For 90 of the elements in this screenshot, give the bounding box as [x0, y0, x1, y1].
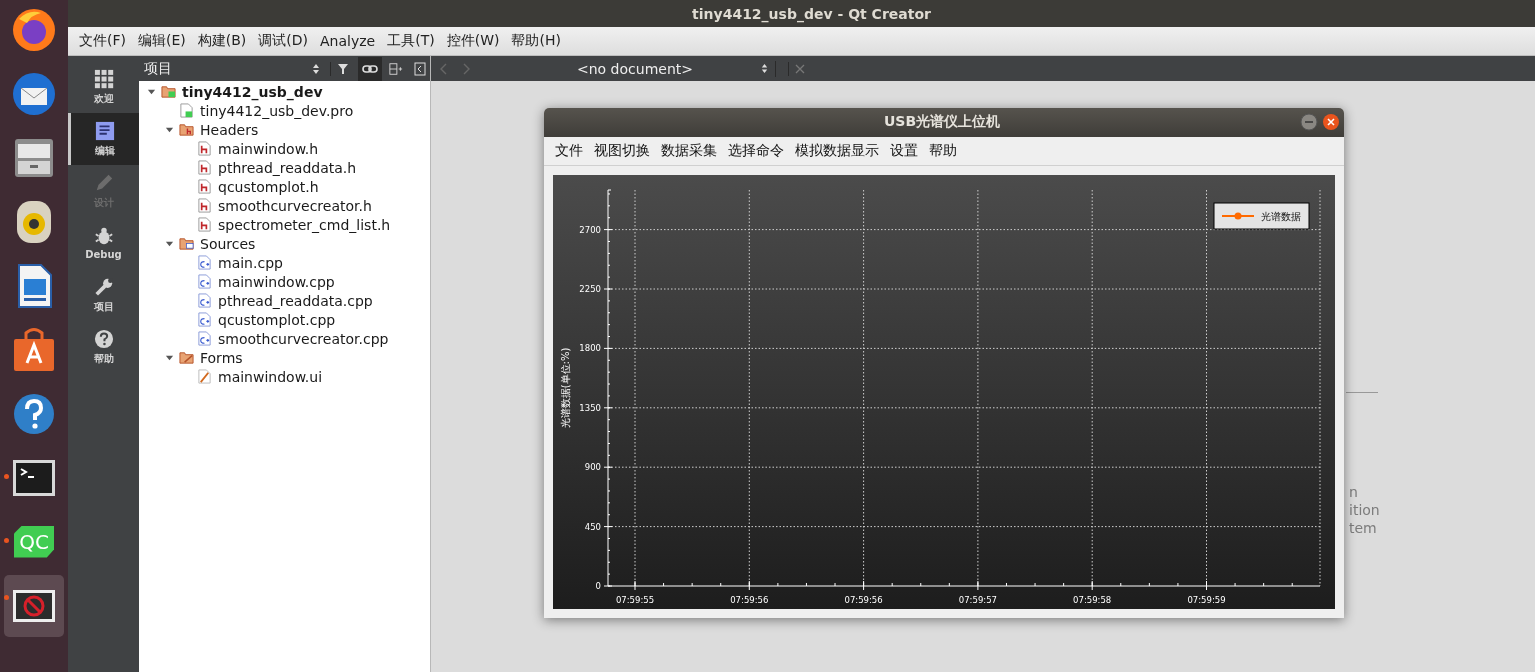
folder-icon — [179, 350, 194, 365]
shopping-bag-icon[interactable] — [11, 326, 57, 373]
menu-item[interactable]: 文件 — [550, 138, 588, 163]
legend-label: 光谱数据 — [1261, 211, 1301, 222]
menu-item[interactable]: 设置 — [885, 138, 923, 163]
mode-button[interactable]: 项目 — [68, 269, 139, 321]
tree-item[interactable]: Forms — [200, 349, 243, 366]
tree-item[interactable]: main.cpp — [218, 254, 283, 271]
menu-item[interactable]: 控件(W) — [441, 29, 505, 53]
source-file-icon — [197, 293, 212, 308]
y-tick-label: 1800 — [579, 343, 601, 354]
tree-item[interactable]: qcustomplot.h — [218, 178, 319, 195]
mode-button[interactable]: 帮助 — [68, 321, 139, 373]
link-icon[interactable] — [358, 56, 382, 81]
y-tick-label: 2700 — [579, 224, 601, 235]
menu-item[interactable]: 选择命令 — [723, 138, 789, 163]
mode-button[interactable]: Debug — [68, 217, 139, 269]
header-file-icon — [197, 141, 212, 156]
expand-arrow-icon[interactable] — [165, 353, 174, 362]
expand-arrow-icon[interactable] — [147, 87, 156, 96]
mode-button[interactable]: 欢迎 — [68, 61, 139, 113]
tree-item[interactable]: tiny4412_usb_dev.pro — [200, 102, 354, 119]
tree-item[interactable]: spectrometer_cmd_list.h — [218, 216, 391, 233]
menu-item[interactable]: 构建(B) — [192, 29, 252, 53]
x-tick-label: 07:59:59 — [1187, 595, 1226, 605]
faded-text: ition — [1349, 501, 1380, 519]
header-file-icon — [197, 198, 212, 213]
y-tick-label: 2250 — [579, 284, 601, 294]
menu-item[interactable]: 模拟数据显示 — [790, 138, 884, 163]
form-file-icon — [197, 369, 212, 384]
menu-item[interactable]: 视图切换 — [589, 138, 655, 163]
mail-icon[interactable] — [11, 70, 57, 117]
tree-item[interactable]: Sources — [200, 235, 256, 252]
y-tick-label: 1350 — [579, 402, 601, 413]
x-tick-label: 07:59:55 — [615, 595, 655, 605]
source-file-icon — [197, 312, 212, 327]
project-file-icon — [179, 103, 194, 118]
source-file-icon — [197, 255, 212, 270]
bug-icon — [93, 226, 114, 246]
mode-button[interactable]: 编辑 — [68, 113, 139, 165]
source-file-icon — [197, 274, 212, 289]
tree-item[interactable]: mainwindow.ui — [218, 368, 323, 385]
faded-text: n — [1349, 483, 1358, 501]
expand-arrow-icon[interactable] — [165, 239, 174, 248]
menu-item[interactable]: 数据采集 — [656, 138, 722, 163]
panel-title: 项目 — [144, 59, 173, 78]
menu-item[interactable]: 调试(D) — [253, 29, 313, 53]
tree-item[interactable]: qcustomplot.cpp — [218, 311, 336, 328]
menu-item[interactable]: 工具(T) — [382, 29, 440, 53]
y-axis-label: 光谱数据(单位:%) — [560, 347, 571, 429]
help-icon — [93, 328, 114, 349]
tree-item[interactable]: Headers — [200, 121, 259, 138]
browser-icon[interactable] — [11, 6, 57, 53]
y-tick-label: 0 — [595, 581, 601, 591]
faded-text: tem — [1349, 519, 1377, 537]
tree-item[interactable]: smoothcurvecreator.cpp — [218, 330, 389, 347]
document-dropdown[interactable]: <no document> — [533, 60, 776, 77]
menu-item[interactable]: Analyze — [315, 30, 381, 52]
x-tick-label: 07:59:57 — [958, 595, 997, 605]
wrench-icon — [93, 276, 114, 297]
tree-item[interactable]: pthread_readdata.cpp — [218, 292, 373, 309]
menu-item[interactable]: 帮助 — [924, 138, 962, 163]
tree-item[interactable]: pthread_readdata.h — [218, 159, 357, 176]
tree-item[interactable]: smoothcurvecreator.h — [218, 197, 372, 214]
y-tick-label: 450 — [584, 521, 601, 532]
window-title: tiny4412_usb_dev - Qt Creator — [692, 5, 931, 22]
tree-item[interactable]: mainwindow.h — [218, 140, 319, 157]
x-tick-label: 07:59:58 — [1073, 595, 1112, 605]
close-button[interactable] — [1322, 113, 1340, 132]
x-tick-label: 07:59:56 — [730, 595, 769, 605]
tree-item[interactable]: mainwindow.cpp — [218, 273, 335, 290]
menu-item[interactable]: 帮助(H) — [506, 29, 566, 53]
document-icon — [95, 120, 115, 141]
menu-item[interactable]: 文件(F) — [74, 29, 131, 53]
expand-arrow-icon[interactable] — [165, 125, 174, 134]
header-file-icon — [197, 160, 212, 175]
folder-icon — [179, 236, 194, 251]
x-tick-label: 07:59:56 — [844, 595, 883, 605]
source-file-icon — [197, 331, 212, 346]
folder-icon — [179, 122, 194, 137]
tree-item[interactable]: tiny4412_usb_dev — [182, 83, 323, 100]
close-icon[interactable] — [788, 61, 807, 76]
header-file-icon — [197, 179, 212, 194]
grid-icon — [93, 68, 114, 89]
header-file-icon — [197, 217, 212, 232]
updown-icon[interactable] — [760, 62, 769, 75]
window-title: USB光谱仪上位机 — [882, 113, 1002, 132]
folder-icon — [161, 84, 176, 99]
y-tick-label: 900 — [584, 462, 601, 473]
menu-item[interactable]: 编辑(E) — [133, 29, 191, 53]
